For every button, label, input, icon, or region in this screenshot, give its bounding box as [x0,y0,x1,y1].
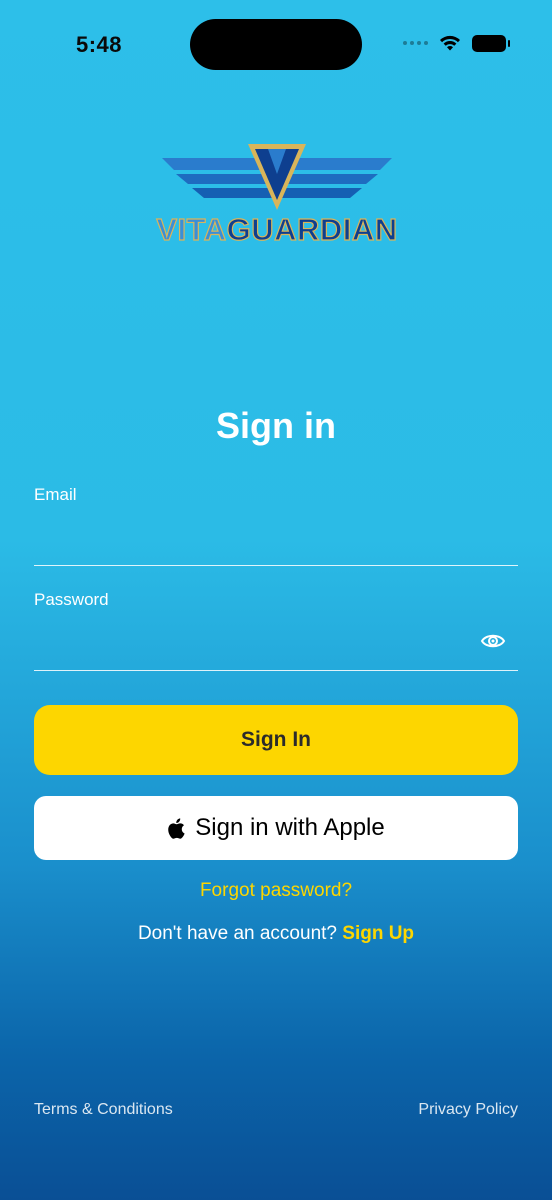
apple-button-label: Sign in with Apple [195,814,385,841]
forgot-password-link[interactable]: Forgot password? [0,880,552,902]
sign-in-button[interactable]: Sign In [34,705,518,775]
sign-in-with-apple-button[interactable]: Sign in with Apple [34,796,518,860]
no-account-text: Don't have an account? [137,923,337,944]
password-field[interactable] [34,630,518,671]
wings-emblem-icon [162,144,392,210]
eye-icon[interactable] [480,628,506,654]
status-bar: 5:48 [0,0,552,90]
vitaguardian-logo: VITAGUARDIAN [134,140,420,250]
terms-link[interactable]: Terms & Conditions [34,1101,173,1119]
sign-up-link[interactable]: Sign Up [342,923,414,944]
signup-prompt: Don't have an account? Sign Up [0,923,552,945]
password-label: Password [34,590,109,609]
dynamic-island [190,19,362,70]
apple-icon [168,817,185,839]
email-label: Email [34,485,77,504]
status-icons [403,34,510,52]
logo-wordmark: VITAGUARDIAN [156,211,398,247]
signal-icon [403,41,428,45]
email-field[interactable] [34,525,518,566]
status-time: 5:48 [76,32,123,57]
privacy-policy-link[interactable]: Privacy Policy [418,1101,518,1119]
wifi-icon [440,35,460,51]
page-title: Sign in [216,405,336,446]
battery-icon [472,34,510,52]
